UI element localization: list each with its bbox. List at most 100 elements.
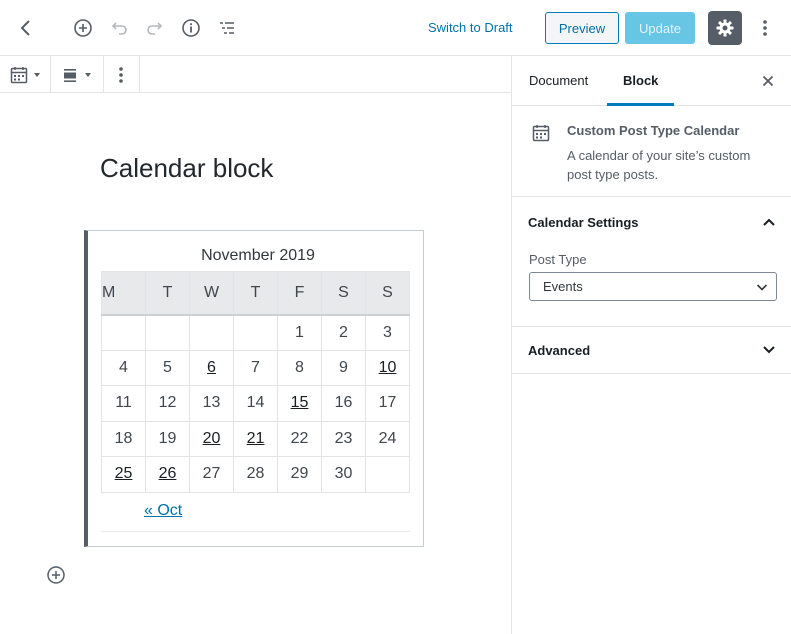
calendar-day: 17 bbox=[365, 385, 410, 422]
calendar-nav-divider bbox=[101, 531, 410, 532]
calendar-day-link[interactable]: 26 bbox=[159, 465, 177, 482]
calendar-day: 30 bbox=[321, 456, 366, 493]
settings-button[interactable] bbox=[708, 11, 742, 45]
prev-month-link[interactable]: « Oct bbox=[144, 502, 182, 520]
block-card: Custom Post Type Calendar A calendar of … bbox=[512, 106, 791, 197]
calendar-day-link[interactable]: 20 bbox=[203, 430, 221, 447]
weekday-header-row: M T W T F S S bbox=[101, 271, 410, 316]
align-icon bbox=[64, 69, 76, 82]
weekday-header: W bbox=[189, 271, 234, 316]
switch-to-draft-button[interactable]: Switch to Draft bbox=[420, 14, 521, 42]
back-chevron-icon[interactable] bbox=[10, 12, 42, 44]
chevron-down-icon bbox=[756, 284, 768, 291]
calendar-week-row: 25 26 27 28 29 30 bbox=[101, 456, 410, 493]
post-type-select[interactable]: Events bbox=[529, 272, 777, 301]
calendar-empty-cell bbox=[365, 456, 410, 493]
tab-block[interactable]: Block bbox=[607, 56, 675, 106]
calendar-day: 8 bbox=[277, 349, 322, 386]
calendar-day: 22 bbox=[277, 420, 322, 457]
calendar-day: 15 bbox=[277, 385, 322, 422]
calendar-day: 26 bbox=[145, 456, 190, 493]
settings-sidebar: Document Block Custom Post Type Calendar… bbox=[511, 56, 791, 634]
chevron-up-icon bbox=[763, 218, 775, 226]
align-button[interactable] bbox=[54, 59, 98, 91]
undo-icon[interactable] bbox=[103, 12, 135, 44]
calendar-day: 12 bbox=[145, 385, 190, 422]
calendar-day-link[interactable]: 10 bbox=[379, 359, 397, 376]
tab-document[interactable]: Document bbox=[513, 56, 604, 106]
page-title[interactable]: Calendar block bbox=[100, 153, 273, 184]
toolbar-divider bbox=[103, 56, 104, 93]
calendar-day: 21 bbox=[233, 420, 278, 457]
calendar-week-row: 123 bbox=[101, 314, 410, 351]
block-card-description: A calendar of your site’s custom post ty… bbox=[567, 148, 751, 182]
add-block-icon[interactable] bbox=[67, 12, 99, 44]
calendar-week-row: 4 5 6 7 8 9 10 bbox=[101, 349, 410, 386]
advanced-panel: Advanced bbox=[512, 327, 791, 374]
calendar-day: 18 bbox=[101, 420, 146, 457]
calendar-week-row: 18 19 20 21 22 23 24 bbox=[101, 420, 410, 457]
calendar-week-row: 11 12 13 14 15 16 17 bbox=[101, 385, 410, 422]
calendar-day-link[interactable]: 21 bbox=[247, 430, 265, 447]
calendar-settings-toggle[interactable]: Calendar Settings bbox=[528, 197, 776, 249]
calendar-day: 20 bbox=[189, 420, 234, 457]
close-icon bbox=[762, 75, 774, 87]
close-sidebar-button[interactable] bbox=[758, 71, 778, 91]
calendar-day: 10 bbox=[365, 349, 410, 386]
advanced-toggle[interactable]: Advanced bbox=[528, 327, 776, 374]
toolbar-bottom-border bbox=[140, 92, 511, 93]
post-type-value: Events bbox=[543, 279, 583, 294]
calendar-day: 13 bbox=[189, 385, 234, 422]
calendar-empty-cell bbox=[101, 314, 146, 351]
calendar-icon bbox=[10, 67, 28, 84]
block-more-options-button[interactable] bbox=[105, 59, 137, 91]
calendar-day-link[interactable]: 15 bbox=[291, 394, 309, 411]
panel-title: Calendar Settings bbox=[528, 215, 639, 230]
block-toolbar bbox=[0, 56, 140, 93]
calendar-day: 27 bbox=[189, 456, 234, 493]
more-vertical-icon bbox=[119, 67, 123, 83]
post-type-label: Post Type bbox=[529, 252, 587, 267]
weekday-header: S bbox=[321, 271, 366, 316]
calendar-day: 25 bbox=[101, 456, 146, 493]
calendar-day: 7 bbox=[233, 349, 278, 386]
block-type-switcher[interactable] bbox=[4, 59, 46, 91]
caret-down-icon bbox=[34, 73, 40, 77]
calendar-day: 28 bbox=[233, 456, 278, 493]
calendar-icon bbox=[532, 125, 550, 142]
calendar-day: 6 bbox=[189, 349, 234, 386]
calendar-day: 11 bbox=[101, 385, 146, 422]
preview-button[interactable]: Preview bbox=[545, 12, 619, 44]
weekday-header: S bbox=[365, 271, 410, 316]
toolbar-divider bbox=[50, 56, 51, 93]
calendar-caption: November 2019 bbox=[201, 247, 315, 264]
calendar-day: 4 bbox=[101, 349, 146, 386]
calendar-day: 29 bbox=[277, 456, 322, 493]
weekday-header: T bbox=[233, 271, 278, 316]
update-button[interactable]: Update bbox=[625, 12, 695, 44]
info-icon[interactable] bbox=[175, 12, 207, 44]
calendar-day: 19 bbox=[145, 420, 190, 457]
calendar-day-link[interactable]: 25 bbox=[115, 465, 133, 482]
calendar-empty-cell bbox=[233, 314, 278, 351]
add-block-button[interactable] bbox=[46, 565, 66, 585]
calendar-day: 16 bbox=[321, 385, 366, 422]
outline-icon[interactable] bbox=[211, 12, 243, 44]
calendar-empty-cell bbox=[145, 314, 190, 351]
weekday-header: M bbox=[101, 271, 146, 316]
more-vertical-icon[interactable] bbox=[749, 12, 781, 44]
editor-header: Switch to Draft Preview Update bbox=[0, 0, 791, 56]
calendar-day: 14 bbox=[233, 385, 278, 422]
caret-down-icon bbox=[85, 73, 91, 77]
redo-icon[interactable] bbox=[139, 12, 171, 44]
calendar-day-link[interactable]: 6 bbox=[207, 359, 216, 376]
calendar-day: 23 bbox=[321, 420, 366, 457]
calendar-empty-cell bbox=[189, 314, 234, 351]
calendar-day: 5 bbox=[145, 349, 190, 386]
calendar-day: 3 bbox=[365, 314, 410, 351]
block-card-title: Custom Post Type Calendar bbox=[567, 123, 740, 138]
calendar-day: 9 bbox=[321, 349, 366, 386]
calendar-day: 1 bbox=[277, 314, 322, 351]
calendar-block[interactable]: November 2019 M T W T F S S 1 2 3 4 5 6 7 8 9 10 1… bbox=[84, 230, 424, 547]
weekday-header: T bbox=[145, 271, 190, 316]
